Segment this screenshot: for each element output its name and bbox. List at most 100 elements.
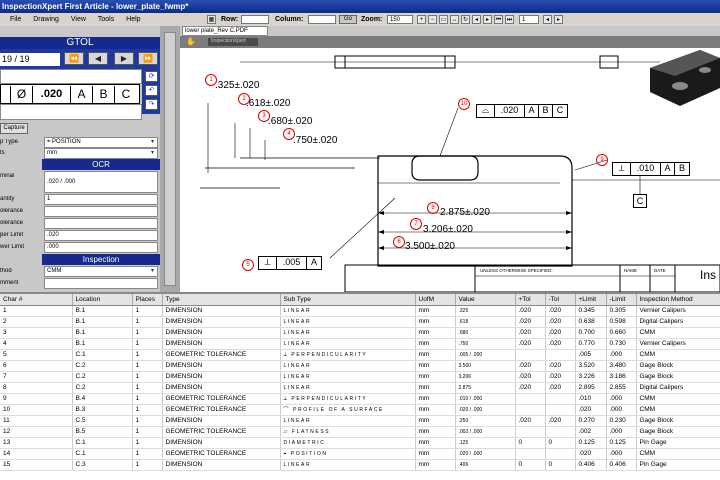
table-cell[interactable]: 1 — [132, 437, 163, 449]
table-cell[interactable]: DIMENSION — [162, 371, 281, 383]
table-cell[interactable]: .005 / .000 — [455, 349, 516, 361]
table-row[interactable]: 6 C.2 1 DIMENSION LINEAR mm 3.500.020.020 3.520… — [0, 360, 720, 372]
menu-help[interactable]: Help — [126, 16, 140, 23]
table-cell[interactable]: C.1 — [72, 448, 133, 460]
table-cell[interactable]: mm — [415, 415, 456, 427]
column-header[interactable]: UofM — [415, 294, 456, 306]
table-cell[interactable]: C.2 — [72, 360, 133, 372]
menu-view[interactable]: View — [71, 16, 86, 23]
table-cell[interactable]: LINEAR — [280, 382, 416, 394]
table-cell[interactable]: 14 — [0, 448, 73, 460]
table-cell[interactable]: .002 — [575, 426, 607, 438]
table-cell[interactable]: 0.406 — [575, 459, 607, 471]
drawing-canvas[interactable]: 1 .325±.020 2 .618±.020 3 .680±.020 4 .7… — [180, 48, 720, 292]
table-cell[interactable]: LINEAR — [280, 305, 416, 317]
table-cell[interactable]: .250 — [455, 415, 516, 427]
comment-field[interactable] — [44, 278, 158, 289]
table-cell[interactable]: 6 — [0, 360, 73, 372]
nominal-field[interactable]: .020 / .000 — [44, 171, 158, 193]
prev-char-button[interactable]: ◀ — [88, 52, 108, 65]
table-cell[interactable]: 1 — [132, 316, 163, 328]
table-cell[interactable]: LINEAR — [280, 371, 416, 383]
table-cell[interactable]: 2.875 — [455, 382, 516, 394]
table-cell[interactable]: LINEAR — [280, 316, 416, 328]
table-cell[interactable]: 3.206 — [455, 371, 516, 383]
table-cell[interactable]: 1 — [132, 426, 163, 438]
table-cell[interactable]: 1 — [132, 349, 163, 361]
table-cell[interactable]: C.5 — [72, 415, 133, 427]
table-cell[interactable]: B.3 — [72, 404, 133, 416]
table-cell[interactable]: .020 — [515, 382, 546, 394]
table-cell[interactable]: .020 — [545, 382, 576, 394]
column-header[interactable]: Value — [455, 294, 516, 306]
table-cell[interactable]: 12 — [0, 426, 73, 438]
table-cell[interactable]: .325 — [455, 305, 516, 317]
table-cell[interactable]: mm — [415, 305, 456, 317]
table-cell[interactable]: Gage Block — [636, 360, 720, 372]
table-cell[interactable]: CMM — [636, 404, 720, 416]
table-cell[interactable]: CMM — [636, 448, 720, 460]
table-cell[interactable]: C.2 — [72, 382, 133, 394]
table-cell[interactable]: 3.520 — [575, 360, 607, 372]
table-cell[interactable]: .010 / .000 — [455, 393, 516, 405]
table-cell[interactable]: .020 — [575, 448, 607, 460]
table-row[interactable]: 5 C.1 1 GEOMETRIC TOLERANCE ⟂ PERPENDICULARI… — [0, 349, 720, 361]
table-cell[interactable]: mm — [415, 327, 456, 339]
feature-control-frame[interactable]: Ø .020 A B C — [0, 84, 140, 104]
table-cell[interactable]: 0 — [515, 459, 546, 471]
fit-width-icon[interactable]: ↔ — [450, 15, 459, 24]
column-input[interactable] — [308, 15, 336, 24]
column-header[interactable]: +Tol — [515, 294, 546, 306]
go-button[interactable]: Go — [339, 15, 357, 24]
balloon-6[interactable]: 6 — [393, 236, 405, 248]
table-cell[interactable]: LINEAR — [280, 327, 416, 339]
table-cell[interactable]: LINEAR — [280, 360, 416, 372]
table-row[interactable]: 13 C.1 1 DIMENSION DIAMETRIC mm .125 0 0 0.125 0.1… — [0, 437, 720, 449]
table-cell[interactable]: 0.345 — [575, 305, 607, 317]
table-cell[interactable]: .406 — [455, 459, 516, 471]
table-cell[interactable]: .020 — [545, 327, 576, 339]
table-cell[interactable]: C.1 — [72, 437, 133, 449]
table-cell[interactable]: 0.660 — [606, 327, 637, 339]
table-cell[interactable]: GEOMETRIC TOLERANCE — [162, 426, 281, 438]
table-cell[interactable]: B.1 — [72, 316, 133, 328]
table-cell[interactable]: C.3 — [72, 459, 133, 471]
table-cell[interactable]: 1 — [132, 404, 163, 416]
table-cell[interactable]: 5 — [0, 349, 73, 361]
prop-type-select[interactable]: ⌖ POSITION ▾ — [44, 137, 158, 148]
balloon-5[interactable]: 5 — [242, 259, 254, 271]
table-cell[interactable]: ▱ FLATNESS — [280, 426, 416, 438]
table-cell[interactable]: .005 — [575, 349, 607, 361]
table-cell[interactable]: LINEAR — [280, 459, 416, 471]
table-cell[interactable]: mm — [415, 349, 456, 361]
table-cell[interactable]: 1 — [132, 371, 163, 383]
table-cell[interactable]: .020 / .000 — [455, 404, 516, 416]
table-cell[interactable]: mm — [415, 448, 456, 460]
redo-icon[interactable]: ↷ — [145, 99, 158, 110]
table-cell[interactable]: DIMENSION — [162, 305, 281, 317]
table-cell[interactable]: mm — [415, 393, 456, 405]
table-cell[interactable]: DIMENSION — [162, 360, 281, 372]
page-input[interactable]: 1 — [519, 15, 539, 24]
table-cell[interactable]: 3.186 — [606, 371, 637, 383]
column-header[interactable]: Location — [72, 294, 133, 306]
panel-scrollbar[interactable] — [160, 26, 180, 292]
first-char-button[interactable]: ⏪ — [64, 52, 84, 65]
table-cell[interactable]: 3.480 — [606, 360, 637, 372]
table-row[interactable]: 1 B.1 1 DIMENSION LINEAR mm .325.020.020 0.345 0… — [0, 305, 720, 317]
table-row[interactable]: 8 C.2 1 DIMENSION LINEAR mm 2.875.020.020 2.895… — [0, 382, 720, 394]
table-cell[interactable]: .680 — [455, 327, 516, 339]
table-cell[interactable]: Vernier Calipers — [636, 305, 720, 317]
table-cell[interactable] — [545, 349, 576, 361]
table-cell[interactable]: 15 — [0, 459, 73, 471]
table-cell[interactable]: .000 — [606, 448, 637, 460]
table-cell[interactable]: 1 — [132, 327, 163, 339]
table-cell[interactable] — [515, 404, 546, 416]
column-header[interactable]: Type — [162, 294, 281, 306]
table-cell[interactable]: .000 — [606, 393, 637, 405]
table-cell[interactable]: .020 — [575, 404, 607, 416]
table-cell[interactable]: .020 — [515, 360, 546, 372]
table-cell[interactable]: DIMENSION — [162, 327, 281, 339]
table-cell[interactable] — [545, 448, 576, 460]
balloon-7[interactable]: 7 — [410, 218, 422, 230]
